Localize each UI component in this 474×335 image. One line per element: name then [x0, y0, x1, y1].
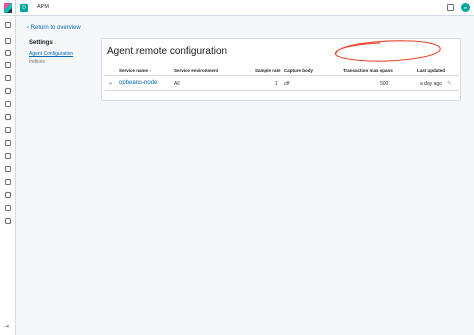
- cell-sample-rate: 1: [275, 81, 278, 87]
- column-header-service-name[interactable]: Service name ↑: [119, 68, 152, 73]
- infrastructure-icon[interactable]: [5, 114, 11, 120]
- column-header-sample-rate[interactable]: Sample rate: [255, 68, 281, 73]
- column-header-capture-body[interactable]: Capture body: [284, 68, 313, 73]
- kibana-logo[interactable]: [0, 0, 16, 16]
- top-header: D APM el: [0, 0, 474, 16]
- settings-link-agent-configuration[interactable]: Agent Configuration: [29, 51, 73, 57]
- column-label: Service name: [119, 68, 149, 73]
- fullscreen-icon[interactable]: [447, 4, 454, 11]
- canvas-icon[interactable]: [5, 75, 11, 81]
- back-link-label: Return to overview: [30, 25, 81, 31]
- row-indicator-icon: [109, 82, 112, 85]
- sort-arrow-icon: ↑: [149, 68, 152, 73]
- cell-max-spans: 500: [380, 81, 389, 87]
- settings-gear-icon[interactable]: [5, 218, 11, 224]
- recently-viewed-icon[interactable]: [5, 22, 11, 28]
- column-header-transaction-max-spans[interactable]: Transaction max spans: [343, 68, 393, 73]
- cell-last-updated: a day ago: [420, 81, 442, 87]
- ml-icon[interactable]: [5, 101, 11, 107]
- uptime-icon[interactable]: [5, 153, 11, 159]
- back-to-overview-link[interactable]: ‹ Return to overview: [27, 25, 81, 31]
- side-nav: ⇥: [0, 16, 16, 335]
- visualize-icon[interactable]: [5, 50, 11, 56]
- logs-icon[interactable]: [5, 127, 11, 133]
- settings-heading: Settings: [29, 40, 53, 46]
- siem-icon[interactable]: [5, 166, 11, 172]
- user-avatar[interactable]: el: [461, 3, 470, 12]
- column-header-last-updated[interactable]: Last updated: [417, 68, 445, 73]
- column-header-service-environment[interactable]: Service environment: [174, 68, 218, 73]
- row-divider: [105, 90, 459, 91]
- pencil-icon[interactable]: ✎: [447, 80, 452, 87]
- management-icon[interactable]: [5, 205, 11, 211]
- header-divider: [105, 75, 459, 76]
- cell-capture-body: off: [284, 81, 290, 87]
- dev-tools-icon[interactable]: [5, 179, 11, 185]
- kibana-logo-icon: [4, 3, 12, 13]
- panel-title: Agent remote configuration: [107, 46, 228, 57]
- dashboard-icon[interactable]: [5, 62, 11, 68]
- service-name-link[interactable]: opbeans-node: [119, 80, 157, 86]
- settings-link-indices[interactable]: Indices: [29, 59, 45, 65]
- annotation-ellipse: [334, 40, 441, 62]
- app-badge[interactable]: D: [20, 4, 28, 12]
- monitoring-icon[interactable]: [5, 192, 11, 198]
- apm-icon[interactable]: [5, 140, 11, 146]
- maps-icon[interactable]: [5, 88, 11, 94]
- discover-icon[interactable]: [5, 38, 11, 44]
- collapse-icon[interactable]: ⇥: [4, 323, 9, 330]
- app-title: APM: [37, 4, 49, 10]
- cell-environment: All: [174, 81, 180, 87]
